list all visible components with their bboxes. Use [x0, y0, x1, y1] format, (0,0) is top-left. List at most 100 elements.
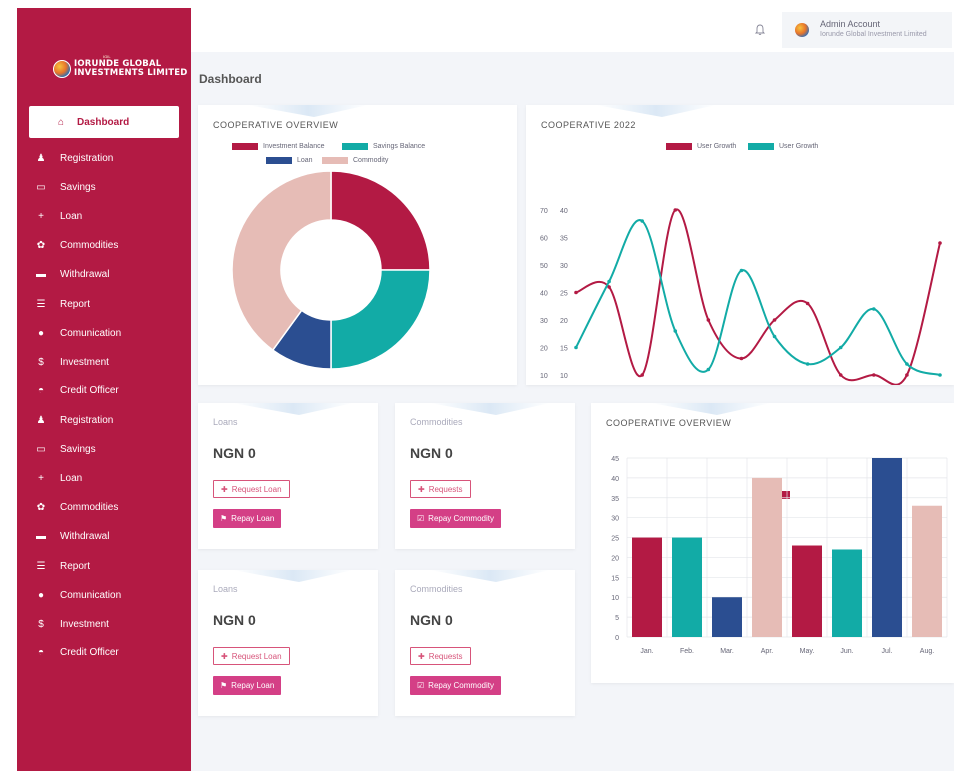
data-point[interactable]: [938, 373, 942, 377]
sidebar-item-credit-officer[interactable]: ◓ Credit Officer: [35, 642, 119, 662]
credit-card-icon: ▬: [36, 530, 46, 542]
data-point[interactable]: [872, 373, 876, 377]
bar[interactable]: [832, 549, 862, 637]
data-point[interactable]: [838, 373, 843, 377]
sidebar-item-label: Investment: [60, 618, 109, 630]
checkbox-icon: ☑: [417, 681, 425, 690]
sidebar-item-loan[interactable]: + Loan: [35, 468, 82, 488]
stat-value: NGN 0: [410, 612, 453, 628]
gift-icon: ✿: [36, 501, 46, 513]
plus-icon: +: [38, 472, 44, 484]
bar[interactable]: [912, 505, 942, 637]
brand-logo[interactable]: IORUNDE GLOBAL INVESTMENTS LIMITED: [53, 60, 188, 78]
data-point[interactable]: [872, 307, 876, 311]
bar[interactable]: [792, 545, 822, 637]
requests-button[interactable]: ✚ Requests: [410, 480, 471, 498]
sidebar-item-label: Comunication: [60, 589, 122, 601]
y-tick-label: 10: [540, 373, 548, 380]
sidebar-item-registration[interactable]: ♟ Registration: [35, 148, 114, 168]
stat-value: NGN 0: [410, 445, 453, 461]
sidebar-item-comunication[interactable]: ● Comunication: [35, 323, 121, 343]
avatar: [795, 23, 809, 37]
button-label: Request Loan: [231, 484, 282, 494]
sidebar-item-report[interactable]: ☰ Report: [35, 294, 91, 314]
data-point[interactable]: [905, 373, 909, 377]
y-tick-label: 10: [560, 373, 568, 380]
sidebar-item-label: Credit Officer: [60, 384, 119, 396]
sidebar-item-label: Report: [60, 298, 91, 310]
data-point[interactable]: [805, 362, 810, 366]
y-tick-label: 70: [540, 208, 548, 215]
sidebar-item-label: Withdrawal: [60, 268, 110, 280]
repay-commodity-button[interactable]: ☑ Repay Commodity: [410, 509, 501, 528]
data-point[interactable]: [706, 318, 711, 322]
sidebar-item-withdrawal[interactable]: ▬ Withdrawal: [35, 526, 109, 546]
data-point[interactable]: [640, 219, 644, 223]
sidebar-item-dashboard[interactable]: ⌂ Dashboard: [29, 106, 179, 138]
data-point[interactable]: [938, 241, 942, 245]
data-point[interactable]: [574, 290, 578, 295]
sidebar-item-registration[interactable]: ♟ Registration: [35, 410, 114, 430]
data-point[interactable]: [673, 329, 678, 333]
stat-card-loans: Loans NGN 0 ✚ Request Loan ⚑ Repay Loan: [198, 570, 378, 716]
sidebar-item-report[interactable]: ☰ Report: [35, 556, 91, 576]
data-point[interactable]: [673, 208, 678, 212]
y-tick-label: 5: [615, 615, 619, 622]
bar[interactable]: [752, 477, 782, 637]
request-loan-button[interactable]: ✚ Request Loan: [213, 647, 290, 665]
bar[interactable]: [872, 458, 902, 637]
sidebar-item-commodities[interactable]: ✿ Commodities: [35, 497, 119, 517]
data-point[interactable]: [805, 301, 810, 306]
y-tick-label: 0: [615, 635, 619, 642]
sidebar-item-label: Loan: [60, 472, 83, 484]
y-tick-label: 35: [560, 236, 568, 243]
data-point[interactable]: [640, 373, 644, 377]
donut-chart: [231, 170, 431, 370]
sidebar-item-commodities[interactable]: ✿ Commodities: [35, 235, 119, 255]
y-tick-label: 15: [611, 575, 619, 582]
y-tick-label: 20: [560, 318, 568, 325]
sidebar-item-label: Commodities: [60, 501, 119, 513]
x-tick-label: Jul.: [882, 648, 893, 655]
stat-label: Commodities: [410, 417, 463, 427]
sidebar-item-savings[interactable]: ▭ Savings: [35, 439, 96, 459]
donut-slice[interactable]: [330, 269, 431, 370]
repay-commodity-button[interactable]: ☑ Repay Commodity: [410, 676, 501, 695]
stat-value: NGN 0: [213, 612, 256, 628]
data-point[interactable]: [706, 367, 711, 372]
plus-icon: ✚: [221, 484, 228, 494]
sidebar-item-investment[interactable]: $ Investment: [35, 614, 109, 634]
sidebar-item-loan[interactable]: + Loan: [35, 206, 82, 226]
sidebar-item-comunication[interactable]: ● Comunication: [35, 585, 121, 605]
user-circle-icon: ◓: [37, 646, 45, 658]
data-point[interactable]: [739, 356, 744, 361]
data-point[interactable]: [739, 268, 744, 273]
sidebar-item-savings[interactable]: ▭ Savings: [35, 177, 95, 197]
stat-card-commodities: Commodities NGN 0 ✚ Requests ☑ Repay Commo…: [395, 570, 575, 716]
sidebar-item-credit-officer[interactable]: ◓ Credit Officer: [35, 380, 119, 400]
request-loan-button[interactable]: ✚ Request Loan: [213, 480, 290, 498]
donut-slice[interactable]: [330, 170, 431, 271]
bar[interactable]: [672, 537, 702, 637]
account-menu[interactable]: Admin Account Iorunde Global Investment …: [782, 12, 952, 48]
y-tick-label: 50: [540, 263, 548, 270]
data-point[interactable]: [772, 334, 777, 339]
data-point[interactable]: [905, 362, 909, 366]
repay-loan-button[interactable]: ⚑ Repay Loan: [213, 509, 282, 528]
y-tick-label: 60: [540, 236, 548, 243]
button-label: Request Loan: [231, 651, 282, 661]
data-point[interactable]: [772, 318, 777, 322]
bar[interactable]: [712, 597, 742, 637]
sidebar-item-investment[interactable]: $ Investment: [35, 352, 109, 372]
data-point[interactable]: [607, 279, 611, 284]
y-tick-label: 30: [611, 516, 619, 523]
sidebar-item-label: Savings: [60, 443, 96, 455]
repay-loan-button[interactable]: ⚑ Repay Loan: [213, 676, 282, 695]
y-tick-label: 30: [560, 263, 568, 270]
sidebar-item-withdrawal[interactable]: ▬ Withdrawal: [35, 264, 109, 284]
bar[interactable]: [632, 537, 662, 637]
data-point[interactable]: [574, 345, 578, 350]
bell-icon[interactable]: [754, 24, 766, 36]
requests-button[interactable]: ✚ Requests: [410, 647, 471, 665]
data-point[interactable]: [838, 345, 843, 350]
